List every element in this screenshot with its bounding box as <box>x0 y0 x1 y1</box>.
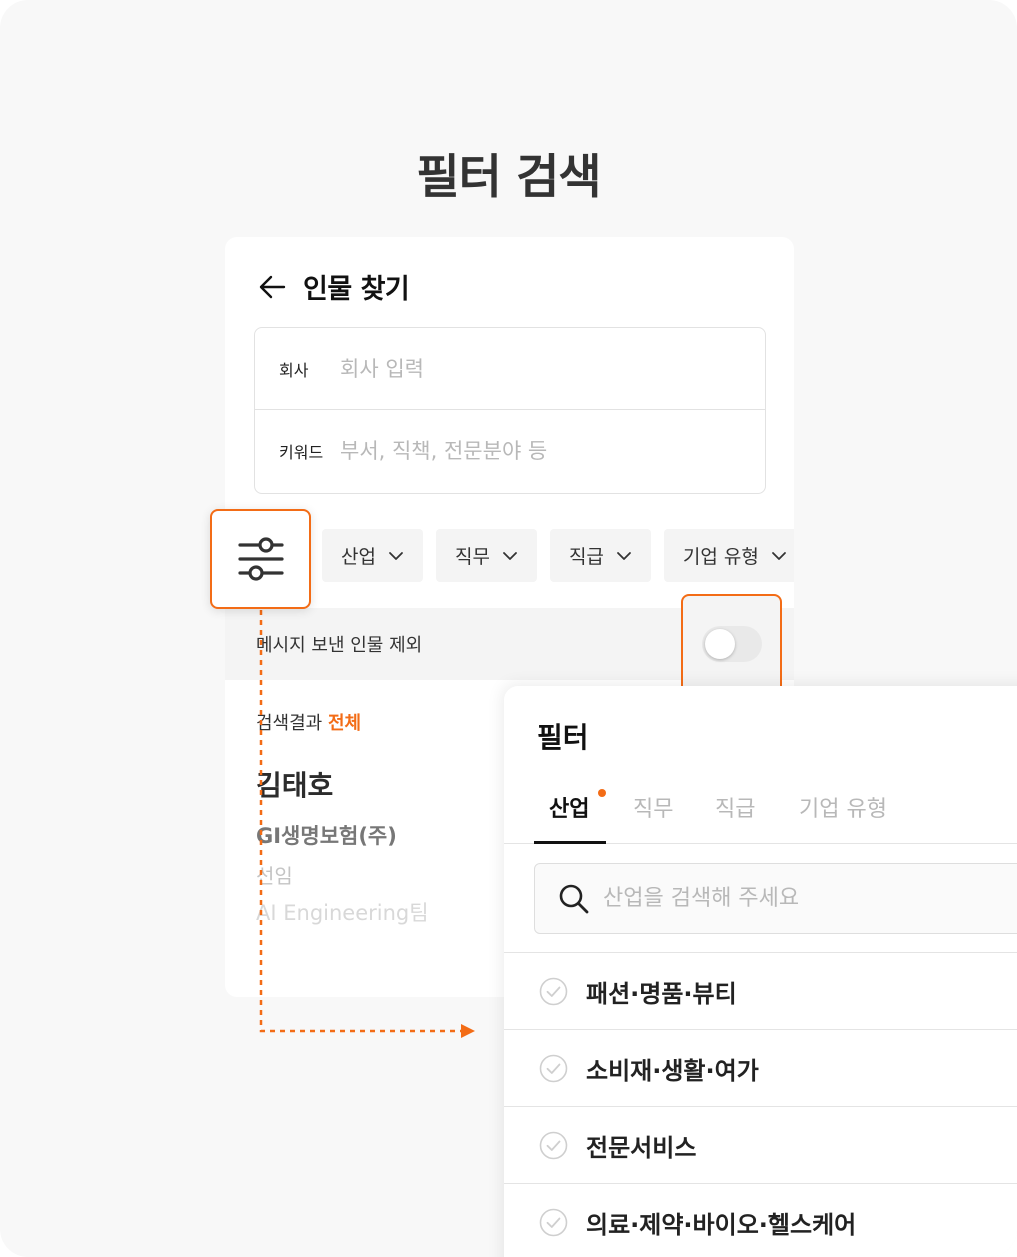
list-item[interactable]: 의료·제약·바이오·헬스케어 <box>504 1183 1017 1257</box>
chip-label: 산업 <box>341 546 376 568</box>
toggle-highlight <box>681 594 782 695</box>
exclude-messaged-toggle-highlight[interactable] <box>702 626 762 662</box>
tab-label: 직무 <box>633 797 674 822</box>
headline: 필터 검색 <box>416 150 601 205</box>
filter-tabs: 산업 직무 직급 기업 유형 <box>504 781 1017 844</box>
list-item-label: 소비재·생활·여가 <box>586 1056 759 1085</box>
search-icon <box>559 884 589 913</box>
toggle-knob <box>705 629 735 659</box>
chip-label: 기업 유형 <box>682 546 759 568</box>
list-item-label: 의료·제약·바이오·헬스케어 <box>586 1210 857 1239</box>
check-circle-icon <box>539 1131 568 1159</box>
chevron-down-icon <box>389 551 403 560</box>
company-row: 회사 <box>255 328 765 410</box>
list-item-label: 전문서비스 <box>586 1133 697 1162</box>
list-item[interactable]: 패션·명품·뷰티 <box>504 952 1017 1029</box>
chip-job[interactable]: 직무 <box>435 529 537 582</box>
tab-label: 직급 <box>715 797 756 822</box>
check-circle-icon <box>539 1054 568 1082</box>
filter-chips: 산업 직무 직급 기업 유형 <box>322 529 794 582</box>
card-header: 인물 찾기 <box>257 267 410 306</box>
tab-label: 산업 <box>549 797 590 822</box>
filter-button[interactable] <box>210 509 311 609</box>
check-circle-icon <box>539 977 568 1005</box>
chip-label: 직무 <box>454 546 490 568</box>
company-input[interactable] <box>340 356 740 381</box>
chip-rank[interactable]: 직급 <box>549 529 651 582</box>
chip-label: 직급 <box>568 546 604 568</box>
chevron-down-icon <box>617 551 631 560</box>
chip-industry[interactable]: 산업 <box>322 529 423 582</box>
connector-arrow-icon <box>259 600 475 1038</box>
company-label: 회사 <box>279 360 309 380</box>
keyword-row: 키워드 <box>255 410 765 492</box>
page-title: 인물 찾기 <box>303 274 410 305</box>
chevron-down-icon <box>503 551 517 560</box>
filter-panel: 필터 산업 직무 직급 기업 유형 산업을 검색해 주세요 패션·명품·뷰티 소… <box>504 686 1017 1257</box>
tab-company-type[interactable]: 기업 유형 <box>799 781 887 844</box>
industry-search-box <box>534 863 1017 934</box>
check-circle-icon <box>539 1208 568 1236</box>
panel-title: 필터 <box>537 721 589 754</box>
list-item[interactable]: 전문서비스 <box>504 1106 1017 1183</box>
active-tab-indicator <box>534 841 606 844</box>
list-item[interactable]: 소비재·생활·여가 <box>504 1029 1017 1106</box>
filter-sliders-icon <box>237 537 284 581</box>
tab-job[interactable]: 직무 <box>633 781 673 844</box>
back-arrow-icon[interactable] <box>257 272 287 302</box>
tab-label: 기업 유형 <box>799 797 887 822</box>
keyword-label: 키워드 <box>279 443 324 462</box>
showcase-canvas: 필터 검색 인물 찾기 회사 키워드 산업 직무 <box>0 0 1017 1257</box>
industry-list: 패션·명품·뷰티 소비재·생활·여가 전문서비스 의료·제약·바이오·헬스케어 <box>504 952 1017 1257</box>
tab-industry[interactable]: 산업 <box>549 781 589 844</box>
list-item-label: 패션·명품·뷰티 <box>586 979 737 1008</box>
chip-company-type[interactable]: 기업 유형 <box>663 529 794 582</box>
chevron-down-icon <box>771 551 786 560</box>
search-form: 회사 키워드 <box>254 327 766 494</box>
tab-rank[interactable]: 직급 <box>715 781 755 844</box>
tab-selected-dot <box>598 789 606 797</box>
keyword-input[interactable] <box>340 439 740 463</box>
industry-search-input[interactable] <box>603 886 1017 911</box>
